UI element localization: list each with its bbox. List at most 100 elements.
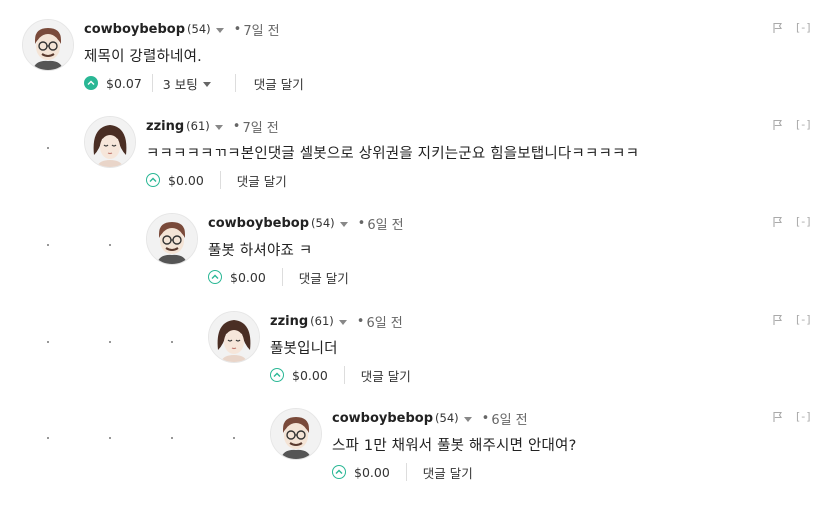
flag-icon[interactable] [772,22,784,34]
divider [343,366,345,384]
author-reputation: (61) [310,314,334,328]
comment: zzing (61) • 7일 전 [-] ㅋㅋㅋㅋㅋㄲㅋ본인댓글 셀봇으로 상… [84,116,812,196]
author-name[interactable]: cowboybebop [332,411,433,426]
avatar[interactable] [270,408,322,460]
upvote-chevron-icon[interactable] [84,76,98,90]
comment-actions: [-] [772,410,812,423]
author-reputation: (54) [187,22,211,36]
thread-guide-dot [47,341,49,343]
flag-icon[interactable] [772,216,784,228]
comment-meta: zzing (61) • 6일 전 [270,311,403,331]
comment-footer: $0.00 댓글 달기 [332,462,473,482]
thread-guide-dot [171,341,173,343]
thread-guide-dot [47,147,49,149]
divider [281,268,283,286]
vote-count-label: 3 보팅 [162,76,198,92]
comment-footer: $0.00 댓글 달기 [146,170,287,190]
flag-icon[interactable] [772,411,784,423]
vote-count[interactable]: 3 보팅 [163,74,211,93]
comment: cowboybebop (54) • 7일 전 [-] 제목이 강렬하네여. $… [22,19,812,99]
timestamp[interactable]: 6일 전 [366,312,402,331]
author-reputation: (54) [311,216,335,230]
caret-down-icon [202,81,211,87]
collapse-button[interactable]: [-] [796,21,812,34]
reply-button[interactable]: 댓글 달기 [361,366,411,385]
female-avatar-icon [209,312,259,362]
female-avatar-icon [85,117,135,167]
caret-down-icon[interactable] [463,416,472,422]
author-name[interactable]: zzing [146,119,184,134]
avatar[interactable] [146,213,198,265]
avatar[interactable] [208,311,260,363]
avatar[interactable] [84,116,136,168]
comment-actions: [-] [772,118,812,131]
reply-button[interactable]: 댓글 달기 [299,268,349,287]
upvote-chevron-icon[interactable] [146,173,160,187]
caret-down-icon[interactable] [214,124,223,130]
comment-body: 스파 1만 채워서 풀봇 해주시면 안대여? [332,438,577,454]
payout-value[interactable]: $0.07 [106,76,142,91]
payout-value[interactable]: $0.00 [354,465,390,480]
separator-dot: • [232,118,241,134]
thread-guide-dot [233,437,235,439]
author-name[interactable]: cowboybebop [84,22,185,37]
comment: zzing (61) • 6일 전 [-] 풀봇입니더 $0.00 댓글 달기 [208,311,812,391]
upvote-chevron-icon[interactable] [208,270,222,284]
caret-down-icon[interactable] [338,319,347,325]
comment-actions: [-] [772,313,812,326]
upvote-chevron-icon[interactable] [270,368,284,382]
timestamp[interactable]: 6일 전 [491,409,527,428]
comment-footer: $0.00 댓글 달기 [208,267,349,287]
avatar[interactable] [22,19,74,71]
thread-guide-dot [109,341,111,343]
reply-button[interactable]: 댓글 달기 [423,463,473,482]
separator-dot: • [233,21,242,37]
comment-actions: [-] [772,21,812,34]
author-name[interactable]: zzing [270,314,308,329]
comment-meta: cowboybebop (54) • 7일 전 [84,19,280,39]
thread-guide-dot [109,244,111,246]
divider [151,74,153,92]
flag-icon[interactable] [772,314,784,326]
collapse-button[interactable]: [-] [796,118,812,131]
payout-value[interactable]: $0.00 [168,173,204,188]
comment: cowboybebop (54) • 6일 전 [-] 스파 1만 채워서 풀봇… [270,408,812,488]
male-avatar-icon [23,20,73,70]
thread-guide-dot [171,437,173,439]
comment-footer: $0.07 3 보팅 댓글 달기 [84,73,304,93]
upvote-chevron-icon[interactable] [332,465,346,479]
collapse-button[interactable]: [-] [796,215,812,228]
male-avatar-icon [147,214,197,264]
divider [234,74,236,92]
divider [219,171,221,189]
comment-body: ㅋㅋㅋㅋㅋㄲㅋ본인댓글 셀봇으로 상위권을 지키는군요 힘을보탭니다ㅋㅋㅋㅋㅋ [146,146,640,162]
comment-body: 제목이 강렬하네여. [84,49,202,65]
thread-guide-dot [109,437,111,439]
comment-footer: $0.00 댓글 달기 [270,365,411,385]
collapse-button[interactable]: [-] [796,410,812,423]
male-avatar-icon [271,409,321,459]
thread-guide-dot [47,244,49,246]
payout-value[interactable]: $0.00 [230,270,266,285]
caret-down-icon[interactable] [339,221,348,227]
reply-button[interactable]: 댓글 달기 [237,171,287,190]
comment-body: 풀봇 하셔야죠 ㅋ [208,243,313,259]
timestamp[interactable]: 6일 전 [367,214,403,233]
collapse-button[interactable]: [-] [796,313,812,326]
comment-actions: [-] [772,215,812,228]
comment-meta: cowboybebop (54) • 6일 전 [208,213,404,233]
timestamp[interactable]: 7일 전 [243,20,279,39]
flag-icon[interactable] [772,119,784,131]
comment: cowboybebop (54) • 6일 전 [-] 풀봇 하셔야죠 ㅋ $0… [146,213,812,293]
author-reputation: (61) [186,119,210,133]
caret-down-icon[interactable] [215,27,224,33]
timestamp[interactable]: 7일 전 [242,117,278,136]
comment-meta: zzing (61) • 7일 전 [146,116,279,136]
comment-meta: cowboybebop (54) • 6일 전 [332,408,528,428]
author-name[interactable]: cowboybebop [208,216,309,231]
separator-dot: • [481,410,490,426]
payout-value[interactable]: $0.00 [292,368,328,383]
separator-dot: • [356,313,365,329]
divider [405,463,407,481]
reply-button[interactable]: 댓글 달기 [254,74,304,93]
